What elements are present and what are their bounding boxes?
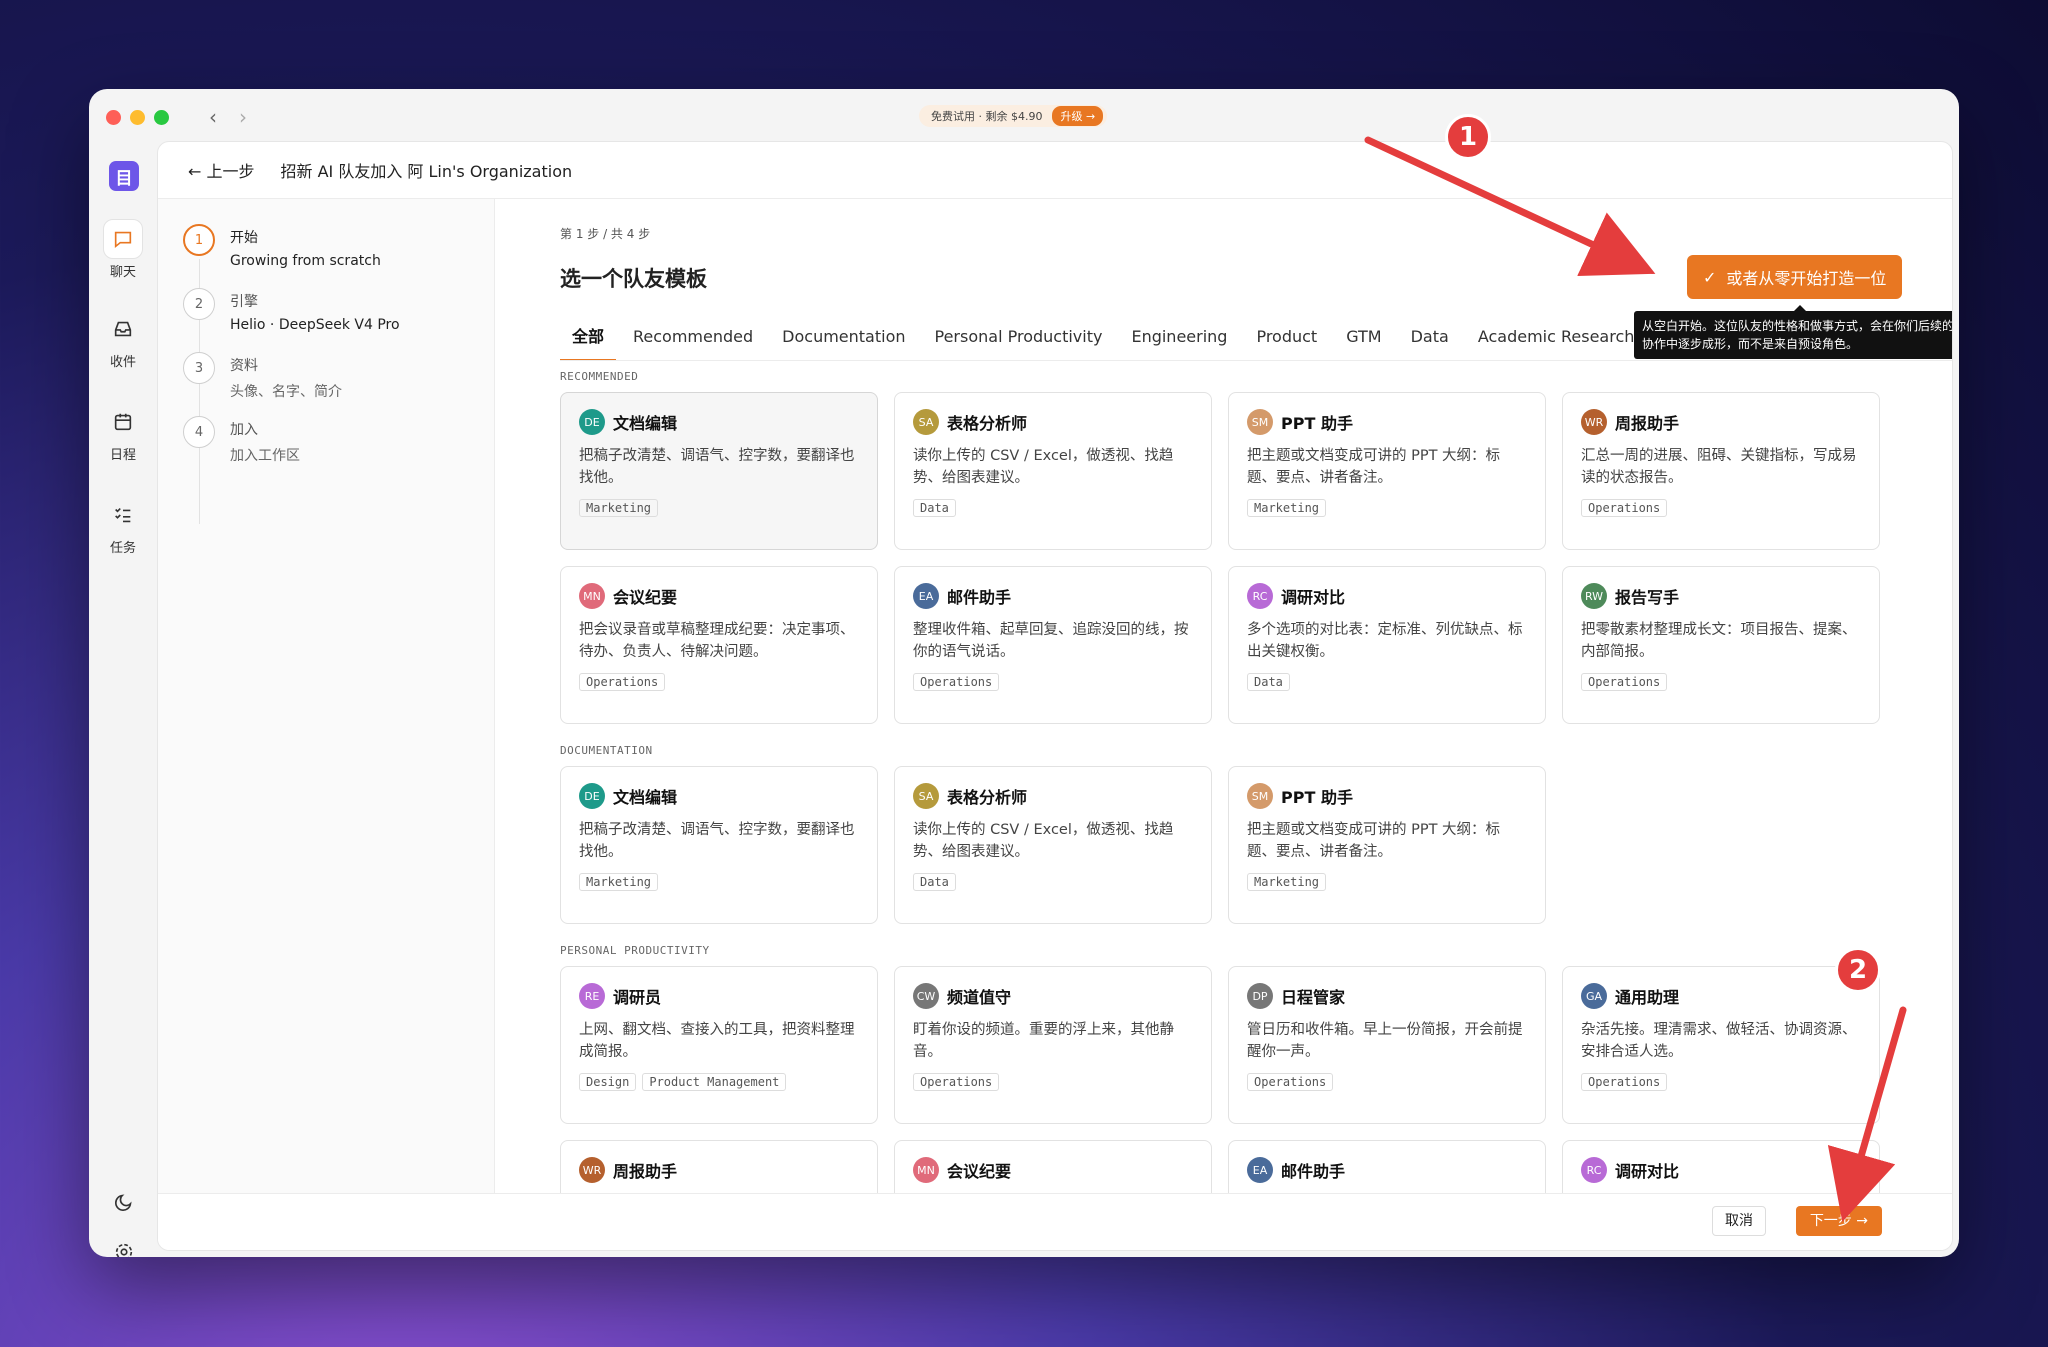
annotation-arrow-1	[1364, 136, 1656, 276]
annotation-marker-2: 2	[1835, 947, 1881, 993]
annotation-arrow-2	[1827, 1006, 1907, 1222]
annotation-layer	[1364, 136, 1907, 1222]
annotation-marker-1: 1	[1445, 114, 1491, 160]
